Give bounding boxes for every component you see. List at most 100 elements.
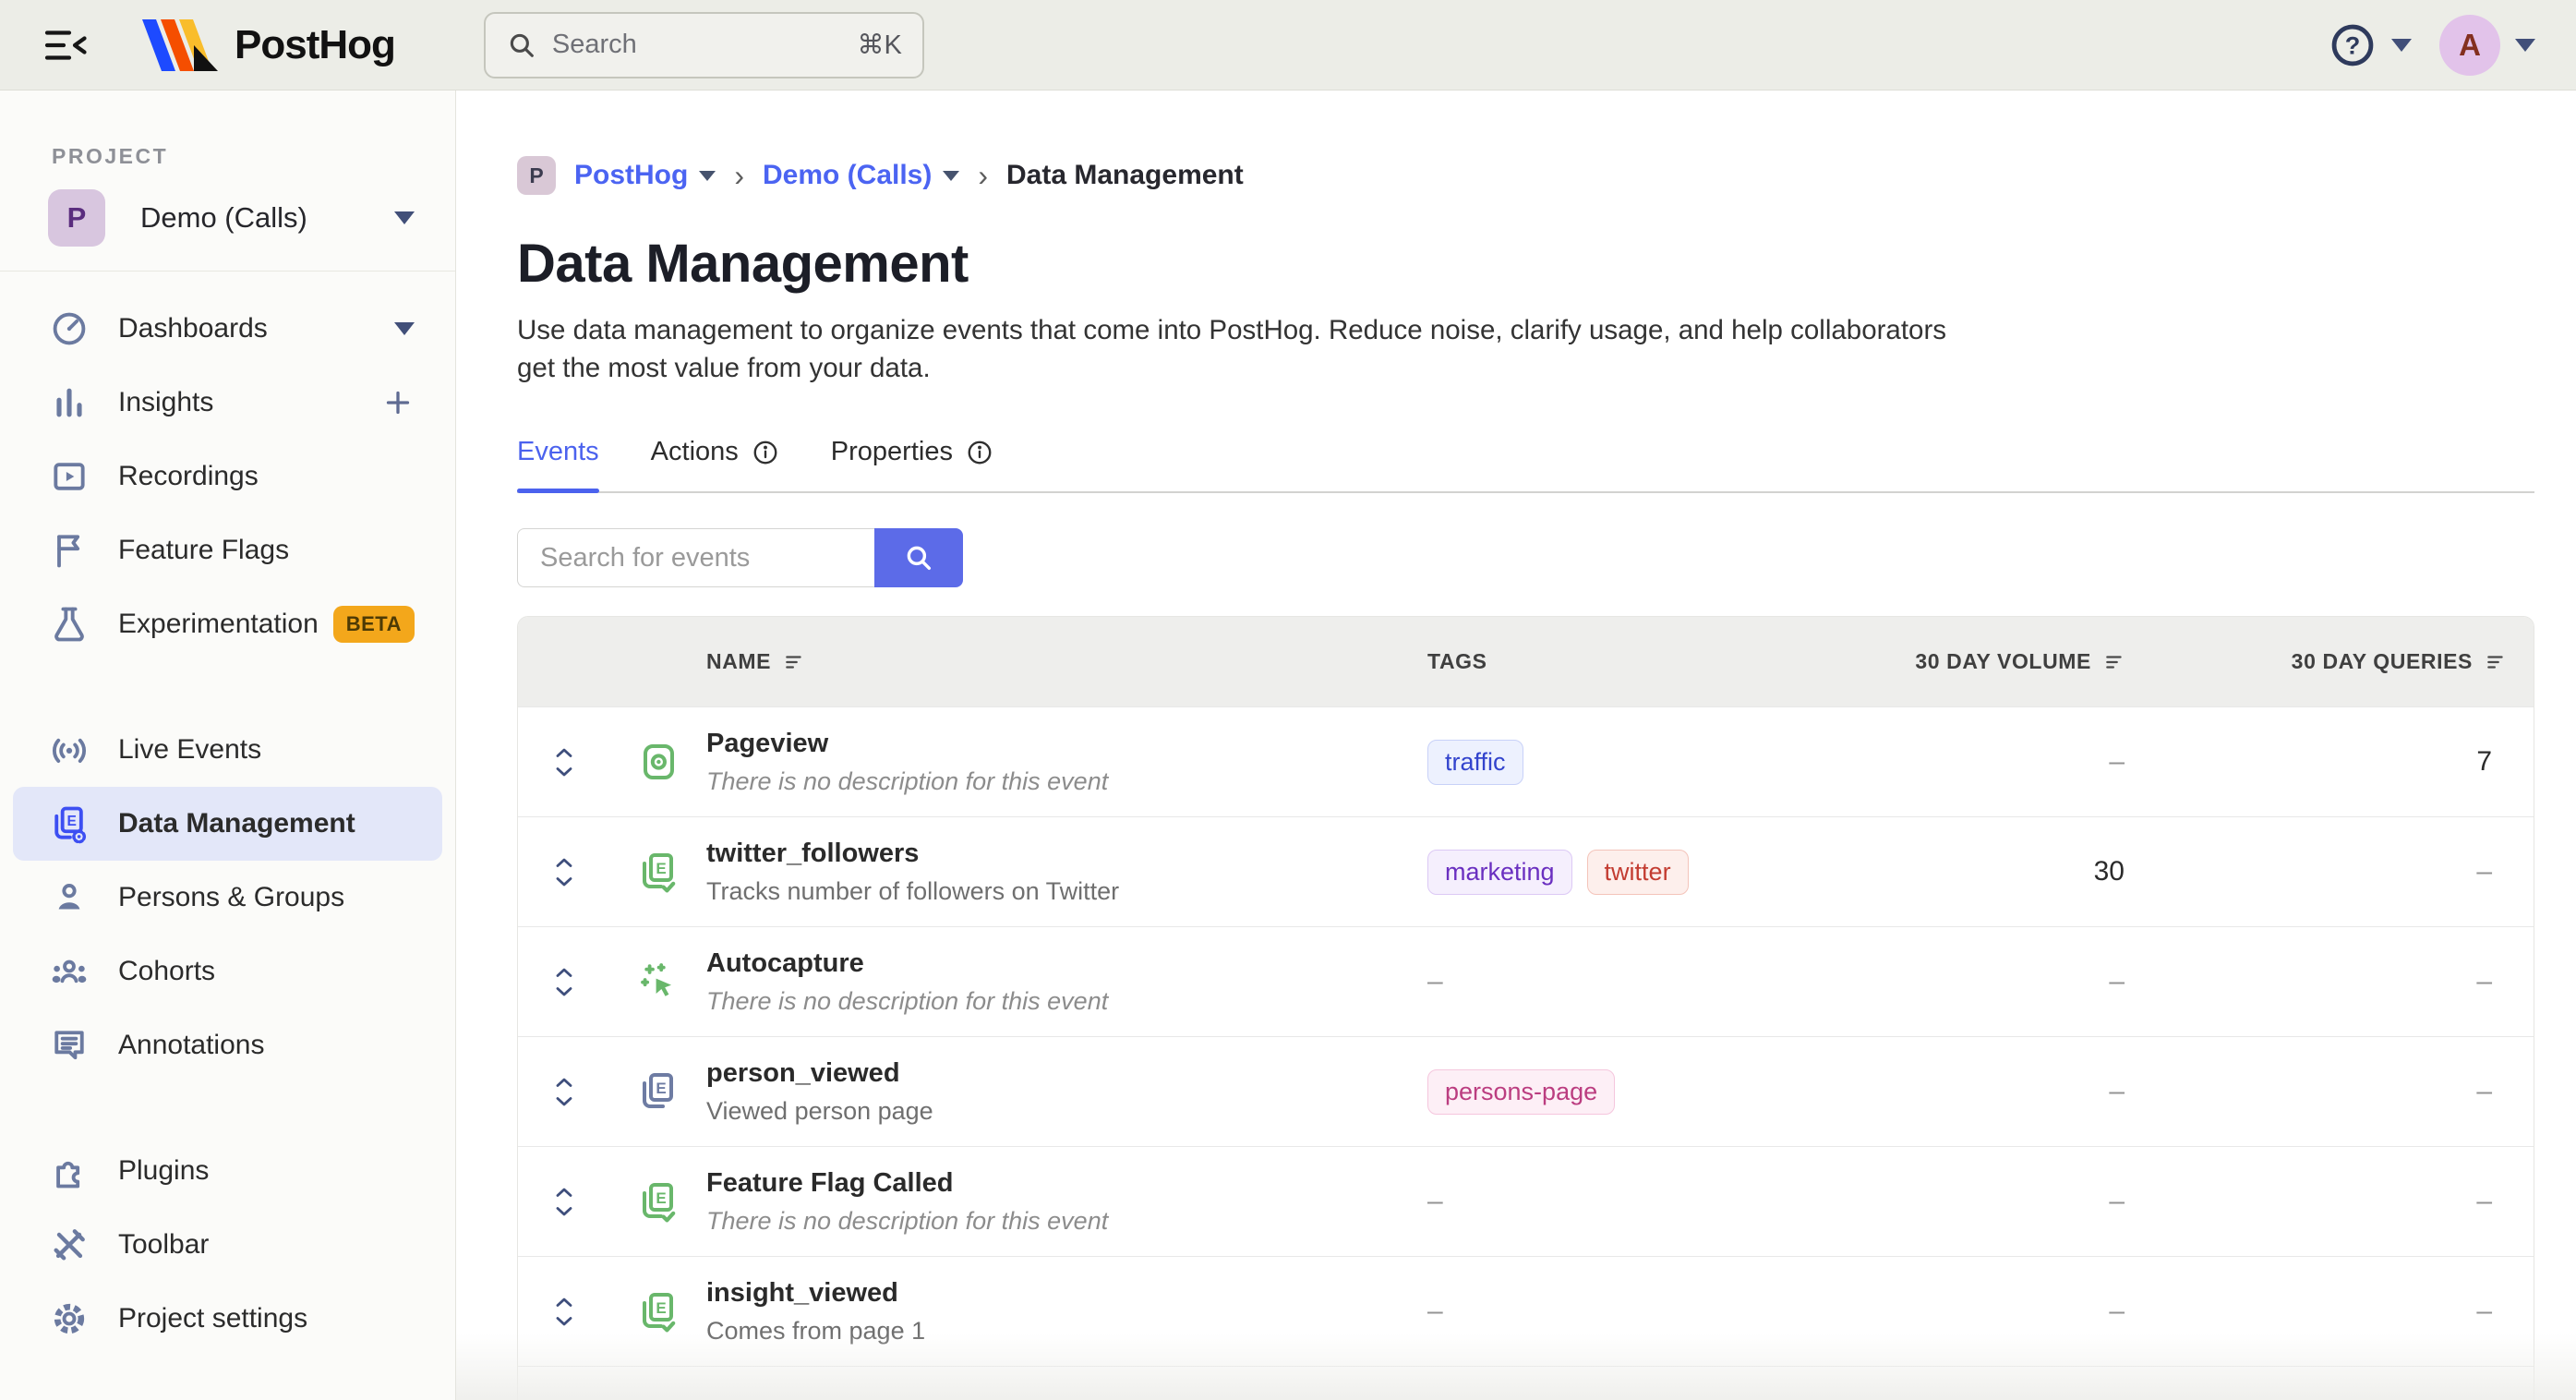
volume-value: – <box>1894 1076 2125 1107</box>
table-row: E twitter_followers Tracks number of fol… <box>518 816 2534 926</box>
gauge-icon <box>48 308 90 350</box>
table-row: Autocapture There is no description for … <box>518 926 2534 1036</box>
pageview-event-icon <box>636 740 680 784</box>
volume-value: – <box>1894 746 2125 778</box>
sidebar-item-toolbar[interactable]: Toolbar <box>0 1208 455 1282</box>
tag: twitter <box>1587 850 1689 895</box>
search-icon <box>506 30 537 61</box>
event-description: There is no description for this event <box>706 987 1427 1016</box>
chevron-down-icon <box>553 766 575 778</box>
search-icon <box>903 542 934 573</box>
project-badge: P <box>48 189 105 247</box>
sidebar-item-experimentation[interactable]: Experimentation BETA <box>0 587 455 661</box>
column-header-queries[interactable]: 30 DAY QUERIES <box>2125 649 2534 674</box>
event-tags: persons-page <box>1427 1069 1894 1115</box>
chevron-down-icon <box>553 985 575 998</box>
event-description: Viewed person page <box>706 1097 1427 1126</box>
page-title: Data Management <box>517 233 2576 295</box>
volume-value: – <box>1894 966 2125 997</box>
sidebar-item-live-events[interactable]: Live Events <box>0 713 455 787</box>
tag: traffic <box>1427 740 1523 785</box>
event-name[interactable]: Pageview <box>706 729 1427 759</box>
message-lines-icon <box>48 1024 90 1067</box>
event-name[interactable]: Autocapture <box>706 948 1427 979</box>
event-name[interactable]: person_viewed <box>706 1058 1427 1089</box>
table-row: E insight_viewed Comes from page 1 – – – <box>518 1256 2534 1366</box>
row-expander[interactable] <box>553 966 575 998</box>
tab-bar: Events Actions Properties <box>517 437 2534 493</box>
project-selector[interactable]: P Demo (Calls) <box>0 189 455 247</box>
global-search[interactable]: ⌘K <box>484 12 924 78</box>
tag: marketing <box>1427 850 1572 895</box>
event-name[interactable]: Feature Flag Called <box>706 1168 1427 1199</box>
table-row: E person_viewed Viewed person page perso… <box>518 1036 2534 1146</box>
volume-value: – <box>1894 1186 2125 1217</box>
sidebar-collapse-icon <box>42 26 90 65</box>
account-menu-button[interactable]: A <box>2439 15 2535 76</box>
sidebar-item-persons-groups[interactable]: Persons & Groups <box>0 861 455 935</box>
chevron-up-icon <box>553 746 575 759</box>
sidebar-item-dashboards[interactable]: Dashboards <box>0 292 455 366</box>
tab-events[interactable]: Events <box>517 437 599 491</box>
help-menu-button[interactable]: ? <box>2329 21 2412 69</box>
events-search-button[interactable] <box>874 528 963 587</box>
breadcrumb-project-badge: P <box>517 156 556 195</box>
breadcrumb-item-project[interactable]: Demo (Calls) <box>763 160 959 191</box>
sidebar-item-plugins[interactable]: Plugins <box>0 1134 455 1208</box>
breadcrumb-item-posthog[interactable]: PostHog <box>574 160 716 191</box>
row-expander[interactable] <box>553 1186 575 1218</box>
sidebar-item-data-management[interactable]: E Data Management <box>13 787 442 861</box>
column-header-volume[interactable]: 30 DAY VOLUME <box>1894 649 2125 674</box>
sidebar-item-annotations[interactable]: Annotations <box>0 1008 455 1082</box>
event-name[interactable]: twitter_followers <box>706 839 1427 869</box>
brand-name: PostHog <box>235 22 395 68</box>
row-expander[interactable] <box>553 1076 575 1108</box>
new-insight-button[interactable] <box>381 386 415 419</box>
chevron-down-icon <box>553 875 575 888</box>
table-row: Pageview There is no description for thi… <box>518 706 2534 816</box>
main-content: P PostHog › Demo (Calls) › Data Manageme… <box>456 91 2576 1400</box>
chevron-down-icon <box>699 171 716 181</box>
person-icon <box>48 876 90 919</box>
sidebar-item-label: Toolbar <box>118 1229 209 1261</box>
sidebar-item-recordings[interactable]: Recordings <box>0 440 455 513</box>
sidebar-item-label: Live Events <box>118 734 261 766</box>
svg-text:E: E <box>656 1189 666 1207</box>
top-bar: PostHog ⌘K ? A <box>0 0 2576 91</box>
event-name[interactable]: insight_viewed <box>706 1278 1427 1309</box>
sort-icon <box>2104 654 2125 670</box>
sort-icon <box>2486 654 2506 670</box>
play-square-icon <box>48 455 90 498</box>
chevron-down-icon <box>394 211 415 224</box>
sidebar-item-project-settings[interactable]: Project settings <box>0 1282 455 1356</box>
collapse-sidebar-button[interactable] <box>42 25 90 66</box>
queries-value: – <box>2125 966 2534 997</box>
chevron-down-icon <box>943 171 959 181</box>
people-group-icon <box>48 950 90 993</box>
queries-value: 7 <box>2125 746 2534 778</box>
event-description: There is no description for this event <box>706 1207 1427 1236</box>
event-description: There is no description for this event <box>706 767 1427 796</box>
sidebar-item-label: Cohorts <box>118 956 215 987</box>
tab-properties[interactable]: Properties <box>831 437 993 491</box>
help-question-icon: ? <box>2329 21 2377 69</box>
tab-actions[interactable]: Actions <box>651 437 779 491</box>
row-expander[interactable] <box>553 746 575 778</box>
chevron-up-icon <box>553 1296 575 1309</box>
sidebar-item-cohorts[interactable]: Cohorts <box>0 935 455 1008</box>
sidebar-item-label: Annotations <box>118 1030 264 1061</box>
events-search-input[interactable] <box>517 528 874 587</box>
broadcast-icon <box>48 729 90 771</box>
global-search-input[interactable] <box>552 30 843 60</box>
sidebar-item-insights[interactable]: Insights <box>0 366 455 440</box>
verified-event-icon: E <box>636 1179 680 1224</box>
sidebar-item-feature-flags[interactable]: Feature Flags <box>0 513 455 587</box>
puzzle-icon <box>48 1150 90 1192</box>
column-header-name[interactable]: NAME <box>706 649 1427 674</box>
posthog-logo[interactable]: PostHog <box>140 18 395 73</box>
volume-value: – <box>1894 1296 2125 1327</box>
svg-text:E: E <box>656 1299 666 1317</box>
row-expander[interactable] <box>553 856 575 888</box>
search-shortcut-hint: ⌘K <box>858 29 902 61</box>
row-expander[interactable] <box>553 1296 575 1328</box>
